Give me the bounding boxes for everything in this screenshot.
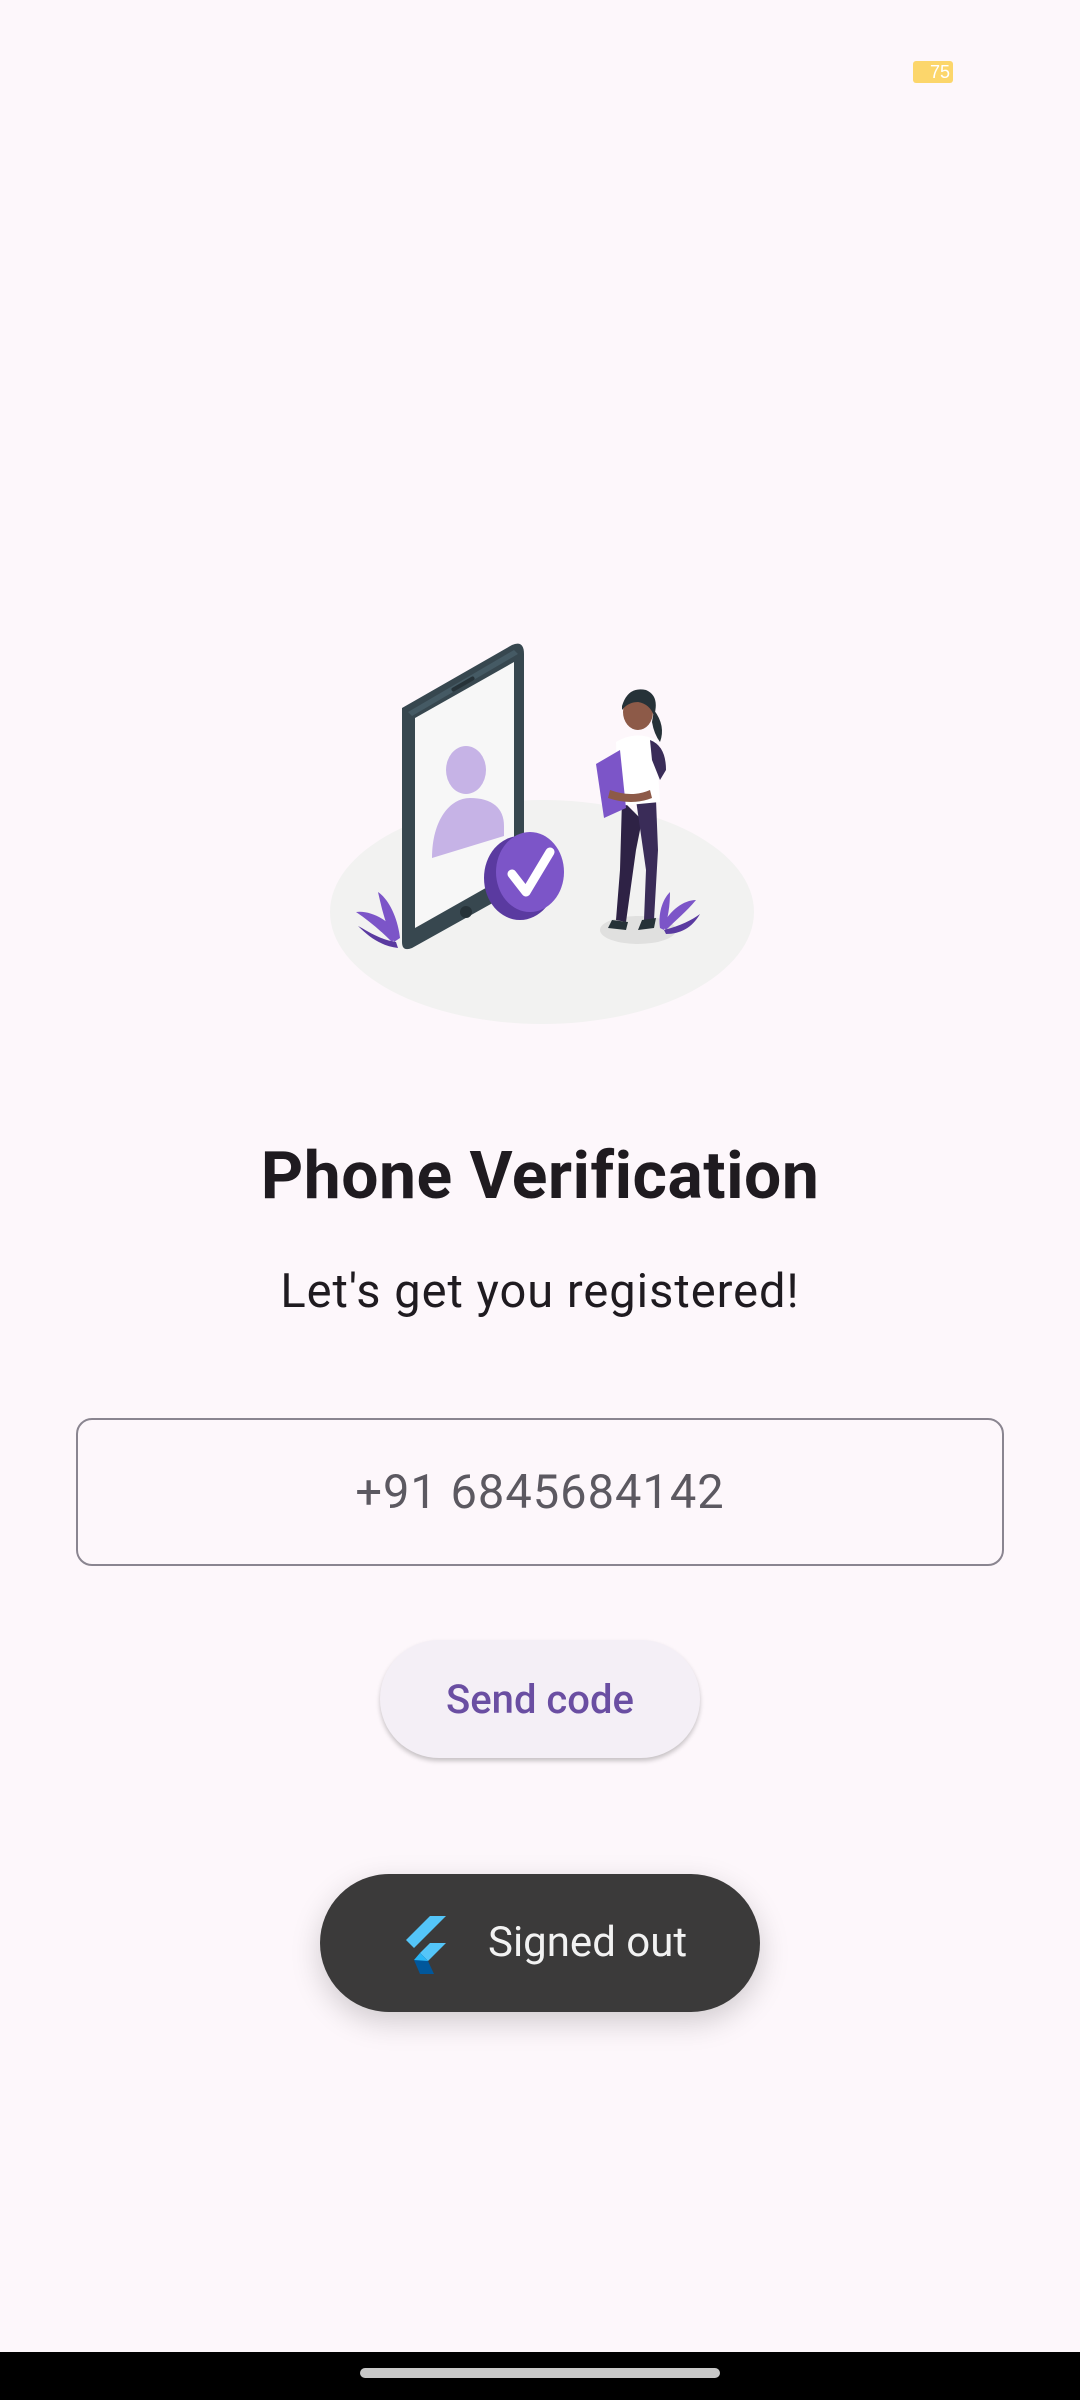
flutter-icon [406,1916,446,1974]
home-indicator[interactable] [360,2368,720,2378]
signed-out-toast: Signed out [320,1874,760,2012]
toast-message: Signed out [488,1918,688,1967]
battery-icon: 75 [913,61,953,83]
phone-number-field[interactable] [76,1418,1004,1566]
status-bar: 75 [0,0,1080,140]
page-title: Phone Verification [260,1138,820,1215]
send-code-button[interactable]: Send code [380,1640,700,1758]
phone-verification-illustration [330,643,754,1024]
page-subtitle: Let's get you registered! [280,1264,800,1319]
